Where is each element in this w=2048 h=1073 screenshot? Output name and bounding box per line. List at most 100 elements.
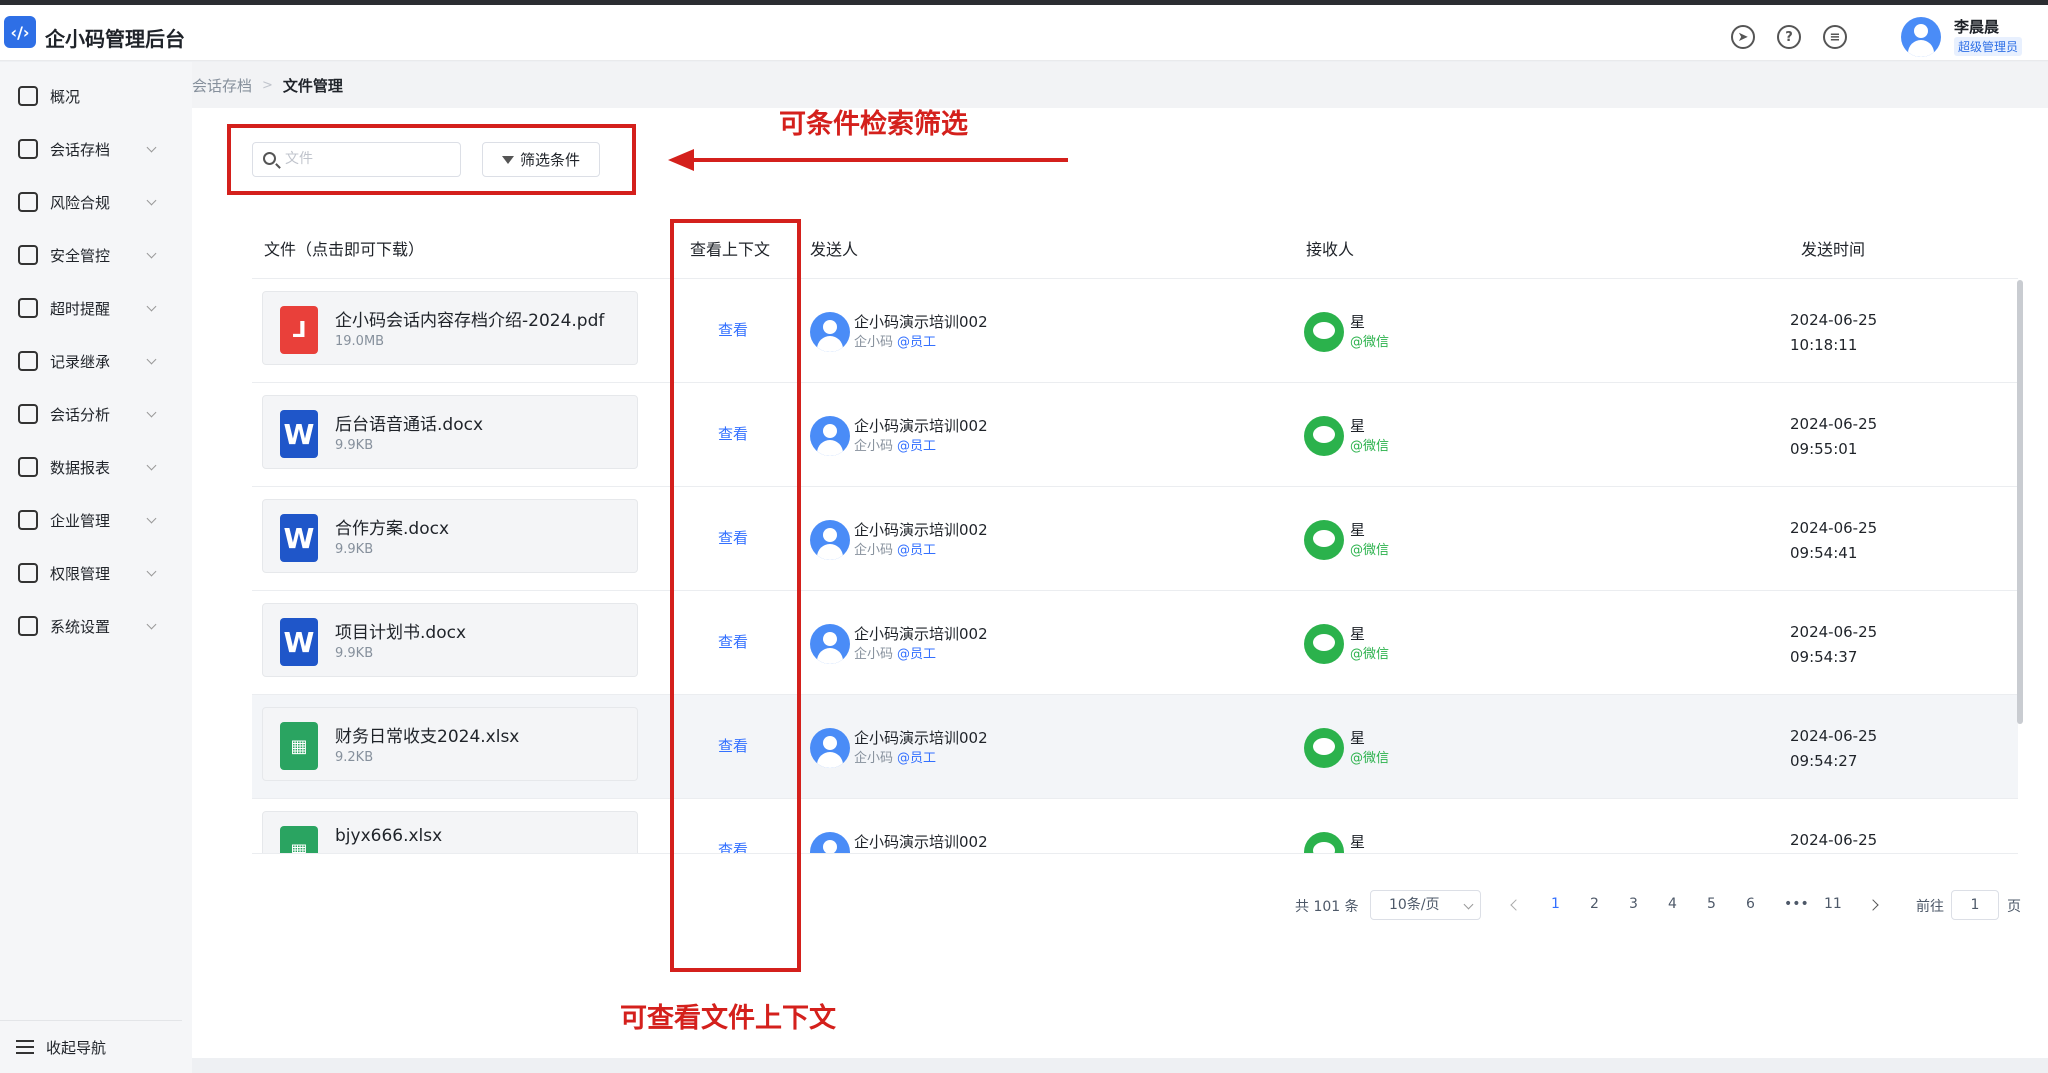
docx-file-icon: W	[280, 410, 318, 458]
sidebar-item-label: 数据报表	[50, 458, 111, 477]
send-date: 2024-06-25	[1790, 311, 1878, 329]
pdf-file-icon: ⅃	[280, 306, 318, 354]
sidebar-item-label: 风险合规	[50, 193, 111, 212]
table-row: W 合作方案.docx 9.9KB 查看 企小码演示培训002 企小码 @员工星 @微信 202…	[252, 487, 2018, 591]
sender-org-name: 企小码	[854, 751, 894, 766]
breadcrumb-current: 文件管理	[282, 76, 343, 95]
next-page-icon[interactable]	[1867, 899, 1879, 911]
table-row: ▦ 财务日常收支2024.xlsx 9.2KB 查看 企小码演示培训002 企小码 @员工星…	[252, 695, 2018, 799]
compass-icon[interactable]: ➤	[1731, 25, 1755, 49]
file-card[interactable]: W 项目计划书.docx 9.9KB	[262, 603, 638, 677]
sender-tag: @员工	[897, 335, 937, 350]
sidebar-item-label: 会话存档	[50, 140, 111, 159]
file-card[interactable]: ▦ 财务日常收支2024.xlsx 9.2KB	[262, 707, 638, 781]
breadcrumb-parent[interactable]: 会话存档	[192, 75, 252, 96]
receiver-tag: @微信	[1350, 751, 1390, 766]
pagination-ellipsis[interactable]: •••	[1784, 896, 1809, 912]
annotation-filter-note: 可条件检索筛选	[779, 109, 968, 140]
chevron-down-icon	[146, 301, 157, 311]
page-size-select[interactable]: 10条/页	[1370, 890, 1481, 920]
table-scrollbar[interactable]	[2017, 280, 2023, 724]
sidebar-item-label: 超时提醒	[50, 299, 111, 318]
chevron-down-icon	[146, 460, 157, 470]
sidebar-item-6[interactable]: 会话分析	[0, 394, 192, 434]
receiver-tag: @微信	[1350, 439, 1390, 454]
xlsx-file-icon: ▦	[280, 722, 318, 770]
receiver-tag: @微信	[1350, 647, 1390, 662]
sender-name: 企小码演示培训002	[854, 729, 988, 747]
sidebar-item-label: 概况	[50, 87, 81, 106]
file-name[interactable]: 企小码会话内容存档介绍-2024.pdf	[335, 306, 604, 331]
page-number[interactable]: 3	[1629, 896, 1638, 912]
sender-org-name: 企小码	[854, 335, 894, 350]
send-time: 09:54:41	[1790, 544, 1858, 562]
sidebar-item-label: 权限管理	[50, 564, 111, 583]
table-row: W 项目计划书.docx 9.9KB 查看 企小码演示培训002 企小码 @员工星 @微信 20…	[252, 591, 2018, 695]
sender-name: 企小码演示培训002	[854, 833, 988, 851]
page-number[interactable]: 11	[1824, 896, 1842, 912]
sender-avatar	[810, 520, 850, 560]
send-date: 2024-06-25	[1790, 727, 1878, 745]
help-icon[interactable]: ?	[1777, 25, 1801, 49]
prev-page-icon[interactable]	[1510, 899, 1522, 911]
sidebar: 概况会话存档风险合规安全管控超时提醒记录继承会话分析数据报表企业管理权限管理系统…	[0, 62, 192, 1073]
send-date: 2024-06-25	[1790, 831, 1878, 849]
column-header-send-time: 发送时间	[1801, 240, 1866, 259]
sidebar-item-label: 企业管理	[50, 511, 111, 530]
sidebar-item-0[interactable]: 概况	[0, 76, 192, 116]
sidebar-item-4[interactable]: 超时提醒	[0, 288, 192, 328]
sender-name: 企小码演示培训002	[854, 625, 988, 643]
receiver-tag: @微信	[1350, 543, 1390, 558]
goto-page-input[interactable]: 1	[1951, 890, 1999, 920]
sidebar-item-5[interactable]: 记录继承	[0, 341, 192, 381]
file-name[interactable]: 项目计划书.docx	[335, 618, 466, 643]
file-card[interactable]: W 合作方案.docx 9.9KB	[262, 499, 638, 573]
breadcrumb-separator: >	[262, 77, 273, 93]
file-name[interactable]: bjyx666.xlsx	[335, 826, 442, 846]
file-size: 9.9KB	[335, 438, 374, 453]
xlsx-file-icon: ▦	[280, 826, 318, 853]
file-name[interactable]: 合作方案.docx	[335, 514, 449, 539]
column-header-receiver: 接收人	[1306, 240, 1355, 259]
collapse-icon	[16, 1040, 34, 1054]
file-name[interactable]: 财务日常收支2024.xlsx	[335, 722, 519, 747]
sidebar-item-3[interactable]: 安全管控	[0, 235, 192, 275]
file-card[interactable]: ⅃ 企小码会话内容存档介绍-2024.pdf 19.0MB	[262, 291, 638, 365]
file-card[interactable]: ▦bjyx666.xlsx9.1KB	[262, 811, 638, 853]
bell-icon	[18, 298, 38, 318]
sidebar-item-7[interactable]: 数据报表	[0, 447, 192, 487]
chevron-down-icon	[146, 619, 157, 629]
page-number[interactable]: 4	[1668, 896, 1677, 912]
chevron-down-icon	[146, 248, 157, 258]
file-table: ⅃ 企小码会话内容存档介绍-2024.pdf 19.0MB 查看 企小码演示培训002 企…	[252, 278, 2018, 854]
file-card[interactable]: W 后台语音通话.docx 9.9KB	[262, 395, 638, 469]
sender-org: 企小码@员工	[854, 539, 936, 558]
file-name[interactable]: 后台语音通话.docx	[335, 410, 483, 435]
page-number[interactable]: 5	[1707, 896, 1716, 912]
send-time: 09:55:01	[1790, 440, 1858, 458]
wechat-icon	[1304, 520, 1344, 560]
receiver-name: 星	[1350, 833, 1366, 851]
goto-label: 前往	[1916, 899, 1944, 915]
column-header-file: 文件（点击即可下载）	[264, 240, 425, 259]
sidebar-item-10[interactable]: 系统设置	[0, 606, 192, 646]
user-name[interactable]: 李晨晨	[1954, 16, 1999, 37]
breadcrumb: 会话存档 > 文件管理	[192, 62, 2048, 108]
page-number[interactable]: 6	[1746, 896, 1755, 912]
sidebar-item-9[interactable]: 权限管理	[0, 553, 192, 593]
user-avatar[interactable]	[1901, 17, 1941, 57]
gear-icon	[18, 616, 38, 636]
sender-avatar	[810, 728, 850, 768]
page-number[interactable]: 1	[1551, 896, 1560, 912]
receiver-name: 星	[1350, 625, 1366, 643]
chevron-down-icon	[146, 407, 157, 417]
sidebar-item-1[interactable]: 会话存档	[0, 129, 192, 169]
receiver-name: 星	[1350, 521, 1366, 539]
collapse-nav-button[interactable]: 收起导航	[0, 1020, 182, 1073]
sidebar-item-2[interactable]: 风险合规	[0, 182, 192, 222]
settings-icon[interactable]: ≡	[1823, 25, 1847, 49]
chevron-down-icon	[146, 566, 157, 576]
receiver-tag: @微信	[1350, 851, 1389, 853]
page-number[interactable]: 2	[1590, 896, 1599, 912]
sidebar-item-8[interactable]: 企业管理	[0, 500, 192, 540]
